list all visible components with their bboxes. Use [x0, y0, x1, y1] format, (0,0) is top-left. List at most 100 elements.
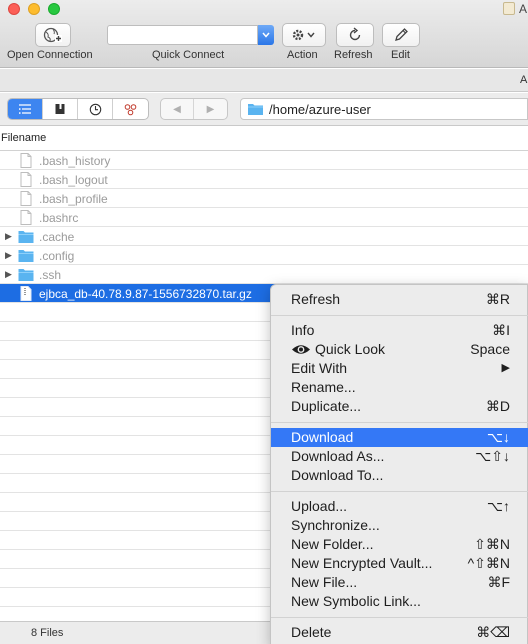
menu-item-label: Info: [291, 322, 315, 338]
menu-item-info[interactable]: Info ⌘I: [271, 321, 528, 340]
menu-item-label: Delete: [291, 624, 332, 640]
file-row-bashrc[interactable]: .bashrc: [0, 208, 528, 227]
menu-item-download-as[interactable]: Download As... ⌥⇧↓: [271, 447, 528, 466]
file-row-config[interactable]: ▶ .config: [0, 246, 528, 265]
history-navigation: ◀ ▶: [160, 98, 228, 120]
folder-icon: [248, 104, 263, 115]
quick-connect-input[interactable]: [107, 25, 258, 45]
open-connection-button[interactable]: [35, 23, 71, 47]
menu-item-quick-look[interactable]: Quick Look Space: [271, 340, 528, 359]
clock-icon: [89, 103, 101, 115]
file-name: .cache: [39, 230, 75, 244]
file-name: .bash_logout: [39, 173, 108, 187]
gear-icon: [292, 29, 315, 41]
menu-item-label: New Encrypted Vault...: [291, 555, 433, 571]
book-icon: [55, 104, 65, 114]
menu-item-shortcut: ^⇧⌘N: [467, 555, 510, 571]
menu-item-new-encrypted-vault[interactable]: New Encrypted Vault... ^⇧⌘N: [271, 554, 528, 573]
menu-item-label: Rename...: [291, 379, 356, 395]
disclosure-triangle-icon[interactable]: ▶: [5, 250, 15, 260]
file-name: .ssh: [39, 268, 62, 282]
document-icon: [20, 210, 32, 225]
refresh-label: Refresh: [334, 49, 373, 61]
history-view-button[interactable]: [78, 99, 113, 119]
menu-item-shortcut: ⌥↓: [486, 429, 510, 445]
file-row-bash-profile[interactable]: .bash_profile: [0, 189, 528, 208]
menu-item-refresh[interactable]: Refresh ⌘R: [271, 290, 528, 309]
zoom-window-button[interactable]: [48, 3, 60, 15]
disclosure-triangle-icon[interactable]: ▶: [5, 269, 15, 279]
document-icon: [20, 172, 32, 187]
menu-separator: [271, 617, 528, 618]
view-switcher: [7, 98, 149, 120]
bookmarks-view-button[interactable]: [43, 99, 78, 119]
file-count: 8 Files: [31, 627, 64, 639]
document-icon: [20, 191, 32, 206]
document-icon: [20, 153, 32, 168]
menu-item-label: Synchronize...: [291, 517, 380, 533]
filename-column-label: Filename: [1, 132, 47, 144]
file-row-cache[interactable]: ▶ .cache: [0, 227, 528, 246]
path-selector[interactable]: /home/azure-user: [240, 98, 528, 120]
filename-column-header[interactable]: Filename: [0, 127, 528, 151]
browser-view-button[interactable]: [8, 99, 43, 119]
pencil-icon: [395, 28, 408, 41]
close-window-button[interactable]: [8, 3, 20, 15]
menu-separator: [271, 315, 528, 316]
menu-item-new-symbolic-link[interactable]: New Symbolic Link...: [271, 592, 528, 611]
menu-item-shortcut: ⌥⇧↓: [475, 448, 510, 464]
disclosure-triangle-icon[interactable]: ▶: [5, 231, 15, 241]
action-label: Action: [287, 49, 318, 61]
menu-item-label: New Folder...: [291, 536, 374, 552]
menu-item-label: Upload...: [291, 498, 348, 514]
submenu-arrow-icon: ▶: [501, 362, 510, 374]
menu-item-upload[interactable]: Upload... ⌥↑: [271, 497, 528, 516]
archive-icon: [20, 286, 32, 301]
menu-item-label: New Symbolic Link...: [291, 593, 421, 609]
menu-item-duplicate[interactable]: Duplicate... ⌘D: [271, 397, 528, 416]
window-title: A: [519, 2, 528, 16]
file-row-bash-logout[interactable]: .bash_logout: [0, 170, 528, 189]
chevron-down-icon: [262, 32, 270, 38]
back-button[interactable]: ◀: [161, 99, 194, 119]
folder-icon: [18, 250, 34, 262]
menu-item-shortcut: ⌘F: [487, 574, 510, 590]
document-icon: [503, 2, 515, 15]
bonjour-view-button[interactable]: [113, 99, 148, 119]
file-name: .config: [39, 249, 75, 263]
menu-separator: [271, 491, 528, 492]
menu-item-label: Quick Look: [315, 341, 386, 357]
refresh-button[interactable]: [336, 23, 374, 47]
forward-arrow-icon: ▶: [206, 103, 215, 115]
menu-item-new-file[interactable]: New File... ⌘F: [271, 573, 528, 592]
menu-item-rename[interactable]: Rename...: [271, 378, 528, 397]
menu-item-download-to[interactable]: Download To...: [271, 466, 528, 485]
menu-item-label: Download To...: [291, 467, 384, 483]
action-button[interactable]: [282, 23, 326, 47]
quick-connect-dropdown[interactable]: [258, 25, 274, 45]
menu-item-download[interactable]: Download ⌥↓: [271, 428, 528, 447]
menu-item-delete[interactable]: Delete ⌘⌫: [271, 623, 528, 642]
file-row-bash-history[interactable]: .bash_history: [0, 151, 528, 170]
menu-item-label: Edit With: [291, 360, 348, 376]
menu-separator: [271, 422, 528, 423]
file-row-ssh[interactable]: ▶ .ssh: [0, 265, 528, 284]
menu-item-label: New File...: [291, 574, 358, 590]
menu-item-edit-with[interactable]: Edit With ▶: [271, 359, 528, 378]
file-name: .bash_profile: [39, 192, 108, 206]
navigation-bar: ◀ ▶ /home/azure-user: [0, 93, 528, 126]
network-icon: [124, 103, 137, 115]
minimize-window-button[interactable]: [28, 3, 40, 15]
file-name: ejbca_db-40.78.9.87-1556732870.tar.gz: [39, 287, 252, 301]
menu-item-new-folder[interactable]: New Folder... ⇧⌘N: [271, 535, 528, 554]
menu-item-shortcut: ⌘⌫: [476, 624, 510, 640]
file-name: .bashrc: [39, 211, 79, 225]
menu-item-label: Download As...: [291, 448, 385, 464]
menu-item-synchronize[interactable]: Synchronize...: [271, 516, 528, 535]
edit-button[interactable]: [382, 23, 420, 47]
eye-icon: [292, 345, 310, 354]
refresh-icon: [349, 27, 361, 41]
forward-button[interactable]: ▶: [194, 99, 227, 119]
folder-icon: [18, 231, 34, 243]
back-arrow-icon: ◀: [173, 103, 181, 115]
